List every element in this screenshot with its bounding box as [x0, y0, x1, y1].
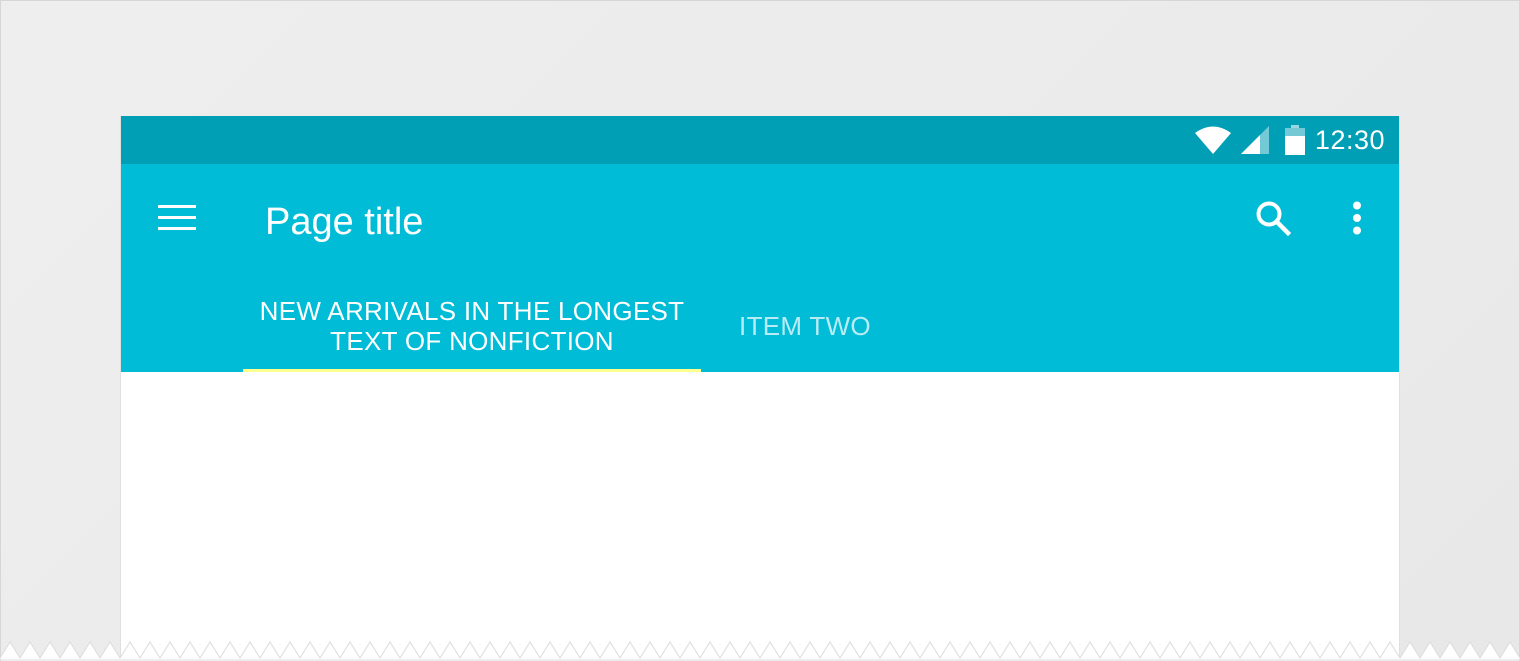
status-bar: 12:30 — [121, 116, 1399, 164]
more-vert-icon — [1352, 201, 1362, 240]
tab-label: ITEM TWO — [739, 311, 871, 341]
wifi-icon — [1194, 126, 1231, 154]
tab-label: NEW ARRIVALS IN THE LONGEST TEXT OF NONF… — [259, 296, 685, 356]
menu-icon — [158, 204, 196, 236]
more-options-button[interactable] — [1329, 192, 1385, 248]
page-title: Page title — [265, 201, 424, 243]
search-button[interactable] — [1245, 192, 1301, 248]
content-area — [121, 372, 1399, 660]
cell-signal-icon — [1240, 126, 1269, 154]
status-icons: 12:30 — [1194, 116, 1385, 164]
torn-edge — [0, 641, 1520, 660]
status-time: 12:30 — [1314, 124, 1385, 155]
tab-item-two[interactable]: ITEM TWO — [717, 280, 893, 372]
app-bar: Page title NEW ARRIVALS IN THE LONGEST T… — [121, 164, 1399, 372]
menu-button[interactable] — [149, 192, 205, 248]
search-icon — [1255, 200, 1292, 241]
device-screen: 12:30 Page title NEW ARRIVALS IN THE LON… — [120, 116, 1400, 660]
battery-icon — [1284, 125, 1305, 155]
tab-new-arrivals[interactable]: NEW ARRIVALS IN THE LONGEST TEXT OF NONF… — [243, 280, 701, 372]
